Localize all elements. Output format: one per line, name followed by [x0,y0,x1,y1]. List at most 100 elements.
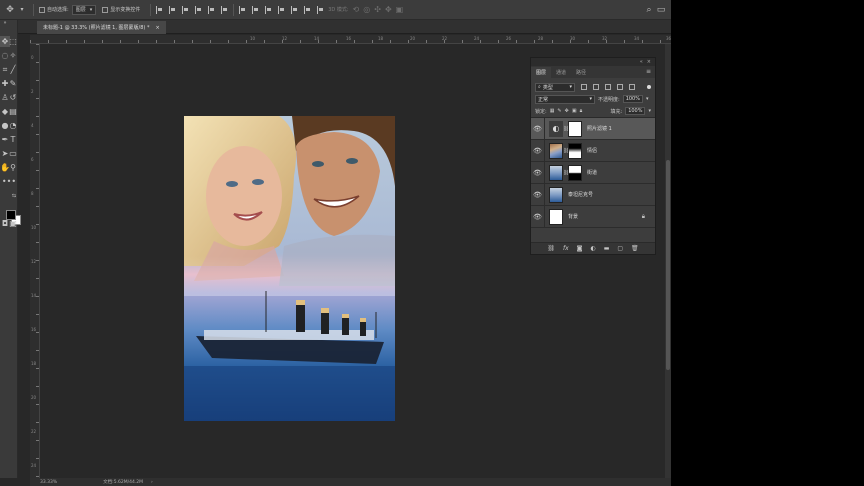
layer-row-titanic[interactable]: 👁︎ 泰坦尼克号 [531,183,655,206]
lock-transparency-icon[interactable]: ▦ [550,108,555,114]
slide-3d-icon[interactable]: ✥ [385,5,392,14]
layer-name[interactable]: 背景 [568,213,578,220]
distribute-vcenter-icon[interactable] [252,5,259,14]
layer-row-photo-filter[interactable]: 👁︎ ◐ ⛓︎ 照片滤镜 1 [531,117,655,140]
fx-icon[interactable]: fx [563,245,569,252]
dodge-tool-icon[interactable]: ◔ [8,120,18,131]
ruler-label: 12 [31,259,37,264]
layer-name[interactable]: 照片滤镜 1 [587,125,612,132]
poster-artwork [184,116,395,421]
magic-wand-icon[interactable]: ✧ [8,50,18,61]
filter-type-icon[interactable] [605,84,611,90]
collapse-toolbar-icon[interactable]: » [0,20,10,26]
layer-mask-thumbnail[interactable] [568,142,582,159]
eye-icon[interactable]: 👁︎ [531,205,545,228]
link-layers-icon[interactable]: ⛓︎ [547,245,555,252]
rectangle-tool-icon[interactable]: ▭ [8,148,18,159]
panel-header: « × [531,58,655,66]
auto-align-icon[interactable] [317,5,324,14]
eyedropper-icon[interactable]: ╱ [8,64,18,75]
layer-name[interactable]: 街道 [587,169,597,176]
filter-smart-object-icon[interactable] [629,84,635,90]
layer-name[interactable]: 情侣 [587,147,597,154]
fill-field[interactable]: 100% [625,107,646,115]
marquee-tool-icon[interactable]: ⬚ [8,36,18,47]
ruler-label: 4 [31,123,34,128]
ruler-label: 0 [31,55,34,60]
roll-3d-icon[interactable]: ◎ [363,5,370,14]
transform-controls-checkbox[interactable] [102,6,109,13]
eye-icon[interactable]: 👁︎ [531,161,545,184]
type-tool-icon[interactable]: T [8,134,18,145]
opacity-field[interactable]: 100% [622,95,643,103]
move-tool-icon[interactable]: ✥ [4,4,16,16]
layer-row-couple[interactable]: 👁︎ ⛓︎ 情侣 [531,139,655,162]
chevron-down-icon[interactable]: ▾ [16,4,28,16]
chevron-right-icon[interactable]: › [151,480,153,485]
ruler-label: 24 [474,36,480,41]
document-tab[interactable]: 未标题-1 @ 33.3% (照片滤镜 1, 图层蒙版/8) * × [37,21,166,34]
align-top-icon[interactable] [156,5,163,14]
tab-paths[interactable]: 路径 [571,67,591,78]
align-bottom-icon[interactable] [182,5,189,14]
lock-position-icon[interactable]: ✥ [565,108,569,114]
drag-3d-icon[interactable]: ✣ [374,5,381,14]
filter-shape-icon[interactable] [617,84,623,90]
trash-icon[interactable]: 🗑︎ [631,245,639,252]
eye-icon[interactable]: 👁︎ [531,117,545,140]
blend-mode-select[interactable]: 正常 ▾ [535,94,595,104]
auto-select-checkbox[interactable] [39,6,45,13]
distribute-hcenter-icon[interactable] [291,5,298,14]
document-canvas[interactable] [184,116,395,421]
rotate-3d-icon[interactable]: ⟲ [353,5,360,14]
layer-mask-thumbnail[interactable] [568,164,582,181]
eye-icon[interactable]: 👁︎ [531,139,545,162]
layer-name[interactable]: 泰坦尼克号 [568,191,593,198]
filter-pixel-icon[interactable] [581,84,587,90]
zoom-level[interactable]: 33.33% [40,480,57,485]
collapse-icon[interactable]: « [640,59,643,65]
distribute-bottom-icon[interactable] [265,5,272,14]
align-left-icon[interactable] [195,5,202,14]
filter-toggle[interactable] [647,85,651,89]
scale-3d-icon[interactable]: ▣ [396,5,404,14]
distribute-top-icon[interactable] [239,5,246,14]
gradient-tool-icon[interactable]: ▤ [8,106,18,117]
panel-menu-icon[interactable]: ≡ [646,68,651,75]
distribute-right-icon[interactable] [304,5,311,14]
filter-kind-select[interactable]: ⌕ 类型 ▾ [535,82,575,92]
layer-row-street[interactable]: 👁︎ ⛓︎ 街道 [531,161,655,184]
adjustment-layer-icon[interactable]: ◐ [590,245,595,252]
align-right-icon[interactable] [221,5,228,14]
swap-colors-icon[interactable]: ⇆ [10,190,18,201]
lock-artboard-icon[interactable]: ▣ [572,108,577,114]
filter-adjustment-icon[interactable] [593,84,599,90]
close-icon[interactable]: × [155,25,159,31]
distribute-left-icon[interactable] [278,5,285,14]
brush-tool-icon[interactable]: ✎ [8,78,18,89]
align-hcenter-icon[interactable] [208,5,215,14]
eye-icon[interactable]: 👁︎ [531,183,545,206]
layer-row-background[interactable]: 👁︎ 背景 🔒︎ [531,205,655,228]
zoom-tool-icon[interactable]: ⚲ [8,162,18,173]
lock-all-icon[interactable]: 🔒︎ [580,108,583,114]
foreground-color-swatch[interactable] [6,210,16,220]
layer-mask-thumbnail[interactable] [568,120,582,137]
add-mask-icon[interactable]: ◙ [577,245,583,252]
panel-footer: ⛓︎ fx ◙ ◐ ▬ ▢ 🗑︎ [531,242,655,254]
chevron-down-icon[interactable]: ▾ [648,108,651,114]
history-brush-icon[interactable]: ↺ [8,92,18,103]
close-icon[interactable]: × [647,59,651,65]
tab-channels[interactable]: 通道 [551,67,571,78]
align-vcenter-icon[interactable] [169,5,176,14]
lock-image-icon[interactable]: ✎ [557,108,561,114]
auto-select-dropdown[interactable]: 图层 ▾ [71,4,97,15]
workspace-icon[interactable]: ▭ [655,4,667,16]
more-tools-icon[interactable]: ••• [0,176,18,187]
new-layer-icon[interactable]: ▢ [617,245,623,252]
scrollbar-thumb[interactable] [666,160,670,370]
new-group-icon[interactable]: ▬ [604,245,610,252]
tab-layers[interactable]: 图层 [531,67,552,78]
chevron-down-icon[interactable]: ▾ [646,96,649,102]
search-icon[interactable]: ⌕ [643,4,655,16]
